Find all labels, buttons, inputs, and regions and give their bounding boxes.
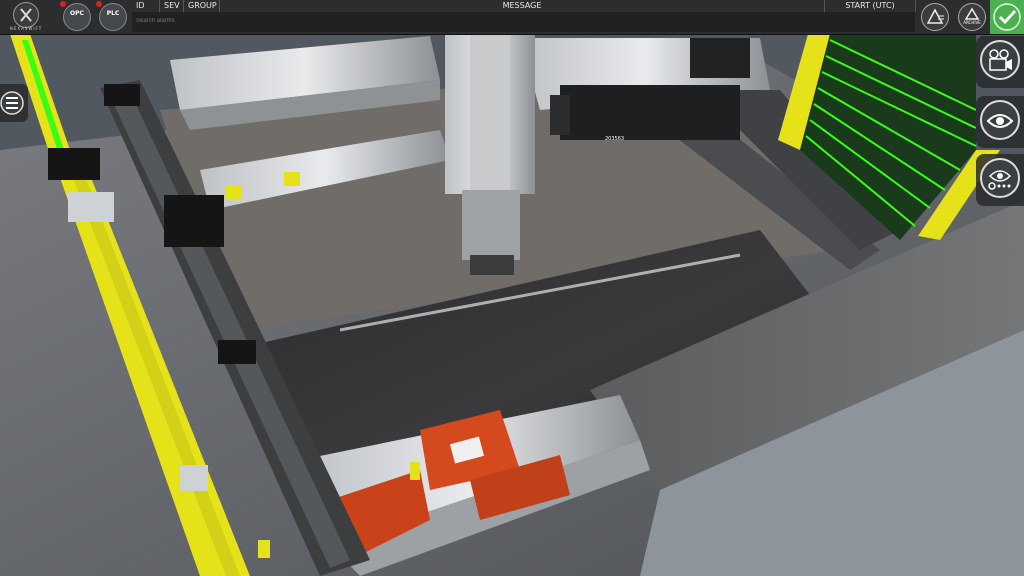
column-header-start[interactable]: START (UTC) [825,0,916,12]
plc-status-icon [99,3,127,31]
camera-view-button[interactable] [976,36,1024,88]
main-menu-button[interactable] [0,84,28,122]
visibility-settings-button[interactable] [976,154,1024,206]
sensor-tag-label: 203563 [605,136,625,142]
brand-logo-icon [13,2,39,28]
column-header-message[interactable]: MESSAGE [220,0,825,12]
machine-3d-viewport[interactable] [0,0,1024,576]
eye-settings-glyph [988,170,1012,190]
alarm-list-body [132,12,915,32]
camera-film-glyph [989,49,1012,71]
eye-glyph [986,114,1014,128]
opc-status-icon [63,3,91,31]
alarm-search-input[interactable] [136,16,226,26]
column-header-group[interactable]: GROUP [184,0,220,12]
confirm-button[interactable] [990,0,1024,34]
column-header-sev[interactable]: SEV [160,0,184,12]
plc-error-indicator [96,1,102,7]
plc-label: PLC [106,10,120,17]
opc-error-indicator [60,1,66,7]
alarm-ack-icon [921,3,949,31]
archive-button[interactable]: ARCHIVE [955,0,989,32]
opc-label: OPC [70,10,84,17]
checkmark-icon [993,3,1021,31]
alarm-toolbar: NEXASWIFT OPC PLC ID SEV GROUP MESSAGE S… [0,0,1024,35]
hamburger-menu-icon [0,91,24,115]
brand-logo: NEXASWIFT [4,0,48,34]
column-header-id[interactable]: ID [132,0,160,12]
opc-connection-button[interactable]: OPC [60,1,94,33]
archive-label: ARCHIVE [963,20,981,25]
archive-icon [958,3,986,31]
visibility-button[interactable] [976,96,1024,148]
acknowledge-alarms-button[interactable] [918,0,952,32]
brand-name: NEXASWIFT [9,26,43,31]
plc-connection-button[interactable]: PLC [96,1,130,33]
